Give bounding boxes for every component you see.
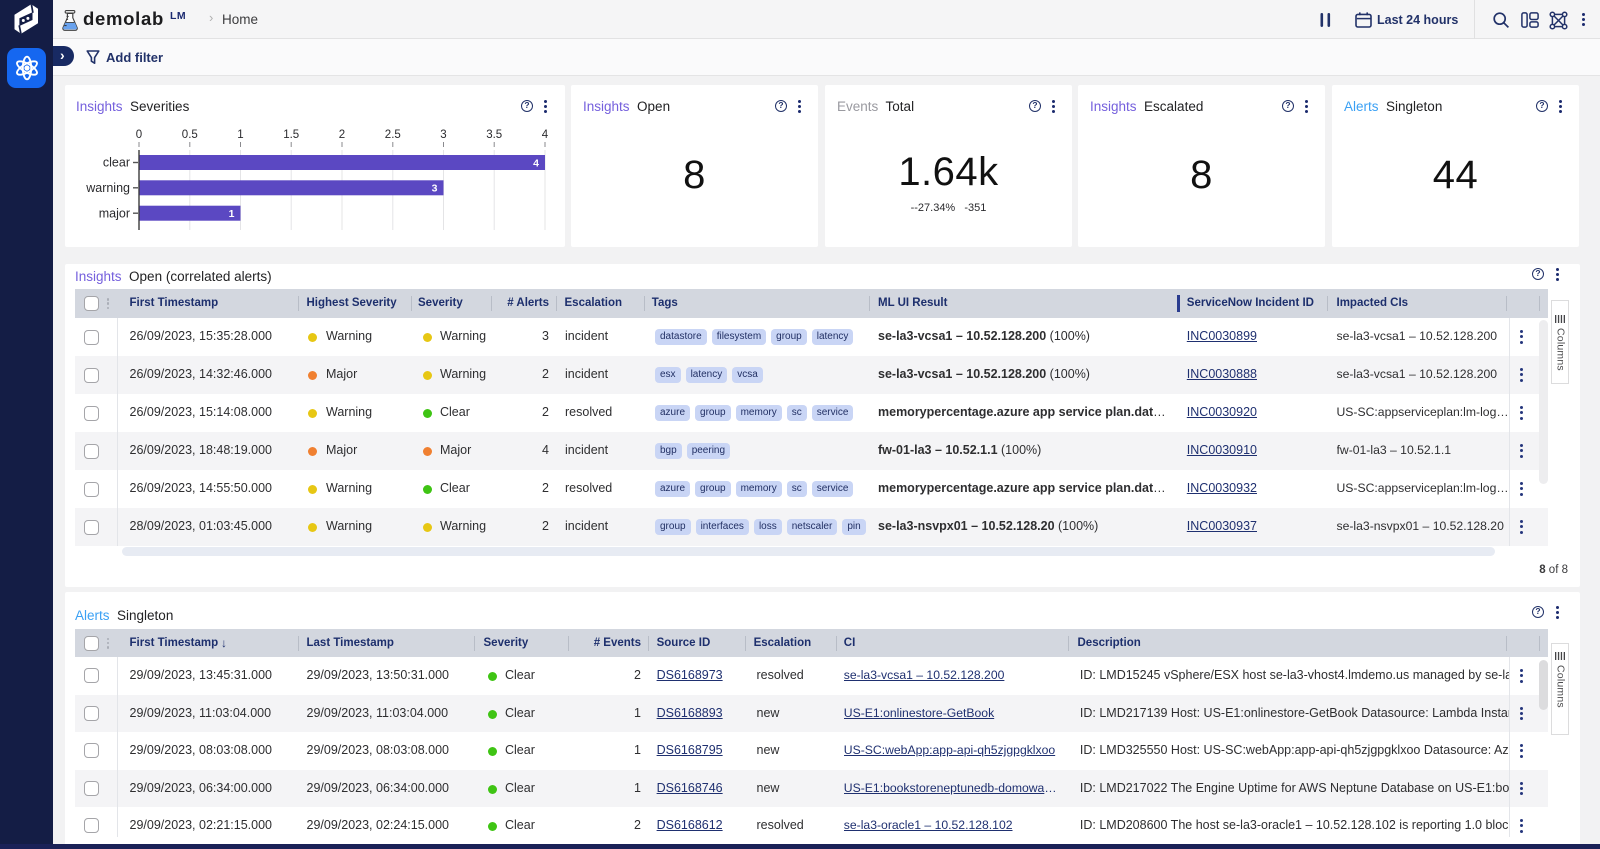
svg-text:3: 3 [440,129,446,141]
svg-text:1: 1 [229,208,235,220]
svg-text:4: 4 [533,157,539,169]
svg-text:1: 1 [237,129,243,141]
svg-text:0.5: 0.5 [182,129,198,141]
svg-text:warning: warning [85,181,130,195]
svg-text:2: 2 [339,129,345,141]
svg-text:4: 4 [542,129,549,141]
svg-text:3: 3 [432,183,438,195]
svg-text:3.5: 3.5 [486,129,502,141]
svg-text:0: 0 [136,129,142,141]
svg-text:1.5: 1.5 [283,129,299,141]
svg-text:2.5: 2.5 [385,129,401,141]
svg-text:major: major [99,206,130,220]
svg-text:clear: clear [103,156,130,170]
